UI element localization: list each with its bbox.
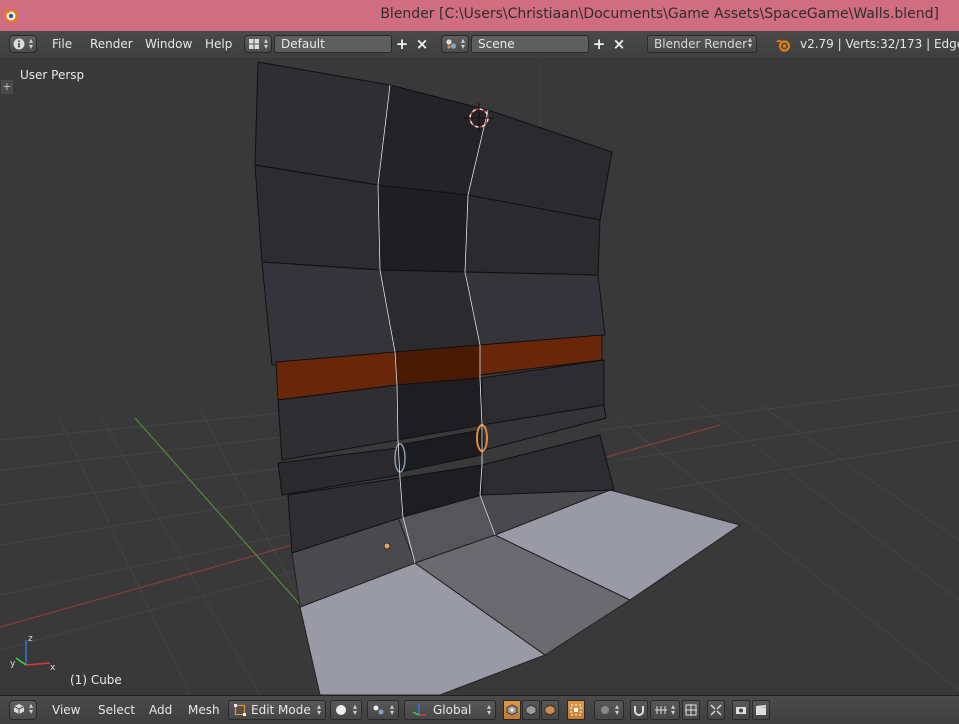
vertex-select-icon	[506, 704, 518, 716]
chevron-updown-icon: ▴ ▾	[389, 702, 394, 717]
gizmo-x-label: x	[50, 663, 56, 672]
chevron-updown-icon: ▴ ▾	[670, 702, 675, 717]
auto-merge-button[interactable]	[707, 700, 725, 720]
3d-viewport[interactable]: User Persp + z x y (1) Cube	[0, 58, 959, 695]
pivot-point-icon	[373, 705, 384, 715]
chevron-updown-icon: ▴ ▾	[28, 701, 33, 716]
chevron-updown-icon: ▴ ▾	[316, 702, 321, 717]
clapperboard-icon	[756, 705, 766, 715]
chevron-updown-icon: ▴ ▾	[460, 36, 465, 51]
menu-select[interactable]: Select	[98, 701, 135, 719]
scene-browse[interactable]: ▴ ▾	[441, 35, 469, 53]
blender-logo-icon	[775, 39, 791, 52]
menu-help[interactable]: Help	[205, 35, 232, 53]
remove-scene-x-icon[interactable]: ×	[610, 35, 628, 53]
3d-view-icon	[13, 704, 25, 714]
scene-statistics: v2.79 | Verts:32/173 | Edges:32	[800, 37, 959, 51]
object-origin-icon	[383, 542, 391, 550]
menu-file[interactable]: File	[52, 35, 72, 53]
menu-render[interactable]: Render	[90, 35, 133, 53]
render-engine-select[interactable]: Blender Render ▴ ▾	[647, 35, 757, 53]
3d-view-header: ▴ ▾ View Select Add Mesh Edit Mode ▴ ▾ ▴ ▾ …	[0, 695, 959, 724]
edit-mode-icon	[234, 704, 246, 716]
menu-mesh[interactable]: Mesh	[188, 701, 220, 719]
chevron-updown-icon: ▴ ▾	[614, 702, 619, 717]
solid-shading-icon	[336, 705, 346, 715]
render-opengl-animation-button[interactable]	[752, 700, 770, 720]
toolshelf-toggle-icon[interactable]: +	[1, 80, 13, 94]
scene-field[interactable]: Scene	[471, 35, 589, 53]
chevron-updown-icon: ▴ ▾	[747, 35, 752, 50]
edge-select-icon	[525, 704, 537, 716]
render-engine-label: Blender Render	[654, 37, 748, 51]
chevron-updown-icon: ▴ ▾	[486, 702, 491, 717]
camera-icon	[736, 707, 746, 714]
chevron-updown-icon: ▴ ▾	[28, 36, 33, 51]
snap-target-icon	[685, 704, 697, 716]
window-title-bar: Blender [C:\Users\Christiaan\Documents\G…	[0, 0, 959, 31]
gizmo-y-label: y	[10, 659, 16, 669]
scene-icon	[446, 39, 457, 49]
snap-target-button[interactable]	[682, 700, 700, 720]
snap-element-select[interactable]: ▴ ▾	[650, 700, 680, 720]
add-screen-plus-icon[interactable]: +	[393, 35, 411, 53]
add-scene-plus-icon[interactable]: +	[590, 35, 608, 53]
face-select-icon	[544, 704, 556, 716]
limit-selection-visible-button[interactable]	[567, 700, 585, 720]
blender-logo-icon	[3, 9, 18, 23]
snap-increment-icon	[655, 706, 667, 714]
screen-layout-browse[interactable]: ▴ ▾	[244, 35, 272, 53]
proportional-editing-select[interactable]: ▴ ▾	[594, 700, 624, 720]
menu-add[interactable]: Add	[149, 701, 172, 719]
screen-layout-icon	[249, 39, 259, 49]
orientation-label: Global	[433, 703, 472, 717]
transform-orientation-select[interactable]: Global ▴ ▾	[404, 700, 496, 720]
window-title: Blender [C:\Users\Christiaan\Documents\G…	[380, 6, 939, 22]
mode-select[interactable]: Edit Mode ▴ ▾	[228, 700, 326, 720]
menu-window[interactable]: Window	[145, 35, 192, 53]
info-icon	[13, 38, 25, 50]
pivot-point-select[interactable]: ▴ ▾	[367, 700, 399, 720]
snap-toggle-button[interactable]	[630, 700, 648, 720]
mode-label: Edit Mode	[251, 703, 311, 717]
axis-gizmo-icon: z x y	[10, 634, 56, 672]
active-object-label: (1) Cube	[70, 673, 122, 687]
chevron-updown-icon: ▴ ▾	[263, 36, 268, 51]
auto-merge-icon	[710, 704, 722, 716]
editor-type-selector[interactable]: ▴ ▾	[9, 35, 37, 53]
remove-screen-x-icon[interactable]: ×	[413, 35, 431, 53]
vertex-select-mode-button[interactable]	[503, 700, 521, 720]
view-name-label: User Persp	[20, 68, 85, 82]
viewport-scene	[0, 61, 959, 695]
gizmo-z-label: z	[28, 634, 33, 644]
info-header: ▴ ▾ File Render Window Help ▴ ▾ Default + …	[0, 31, 959, 59]
proportional-editing-icon	[601, 706, 609, 714]
menu-view[interactable]: View	[52, 701, 80, 719]
transform-manipulator-icon	[412, 704, 426, 716]
screen-layout-field[interactable]: Default	[274, 35, 392, 53]
magnet-icon	[634, 706, 644, 716]
viewport-shading-select[interactable]: ▴ ▾	[330, 700, 362, 720]
editor-type-selector[interactable]: ▴ ▾	[9, 700, 37, 720]
edge-select-mode-button[interactable]	[522, 700, 540, 720]
chevron-updown-icon: ▴ ▾	[352, 702, 357, 717]
render-opengl-image-button[interactable]	[732, 700, 750, 720]
limit-selection-icon	[570, 704, 582, 716]
face-select-mode-button[interactable]	[541, 700, 559, 720]
